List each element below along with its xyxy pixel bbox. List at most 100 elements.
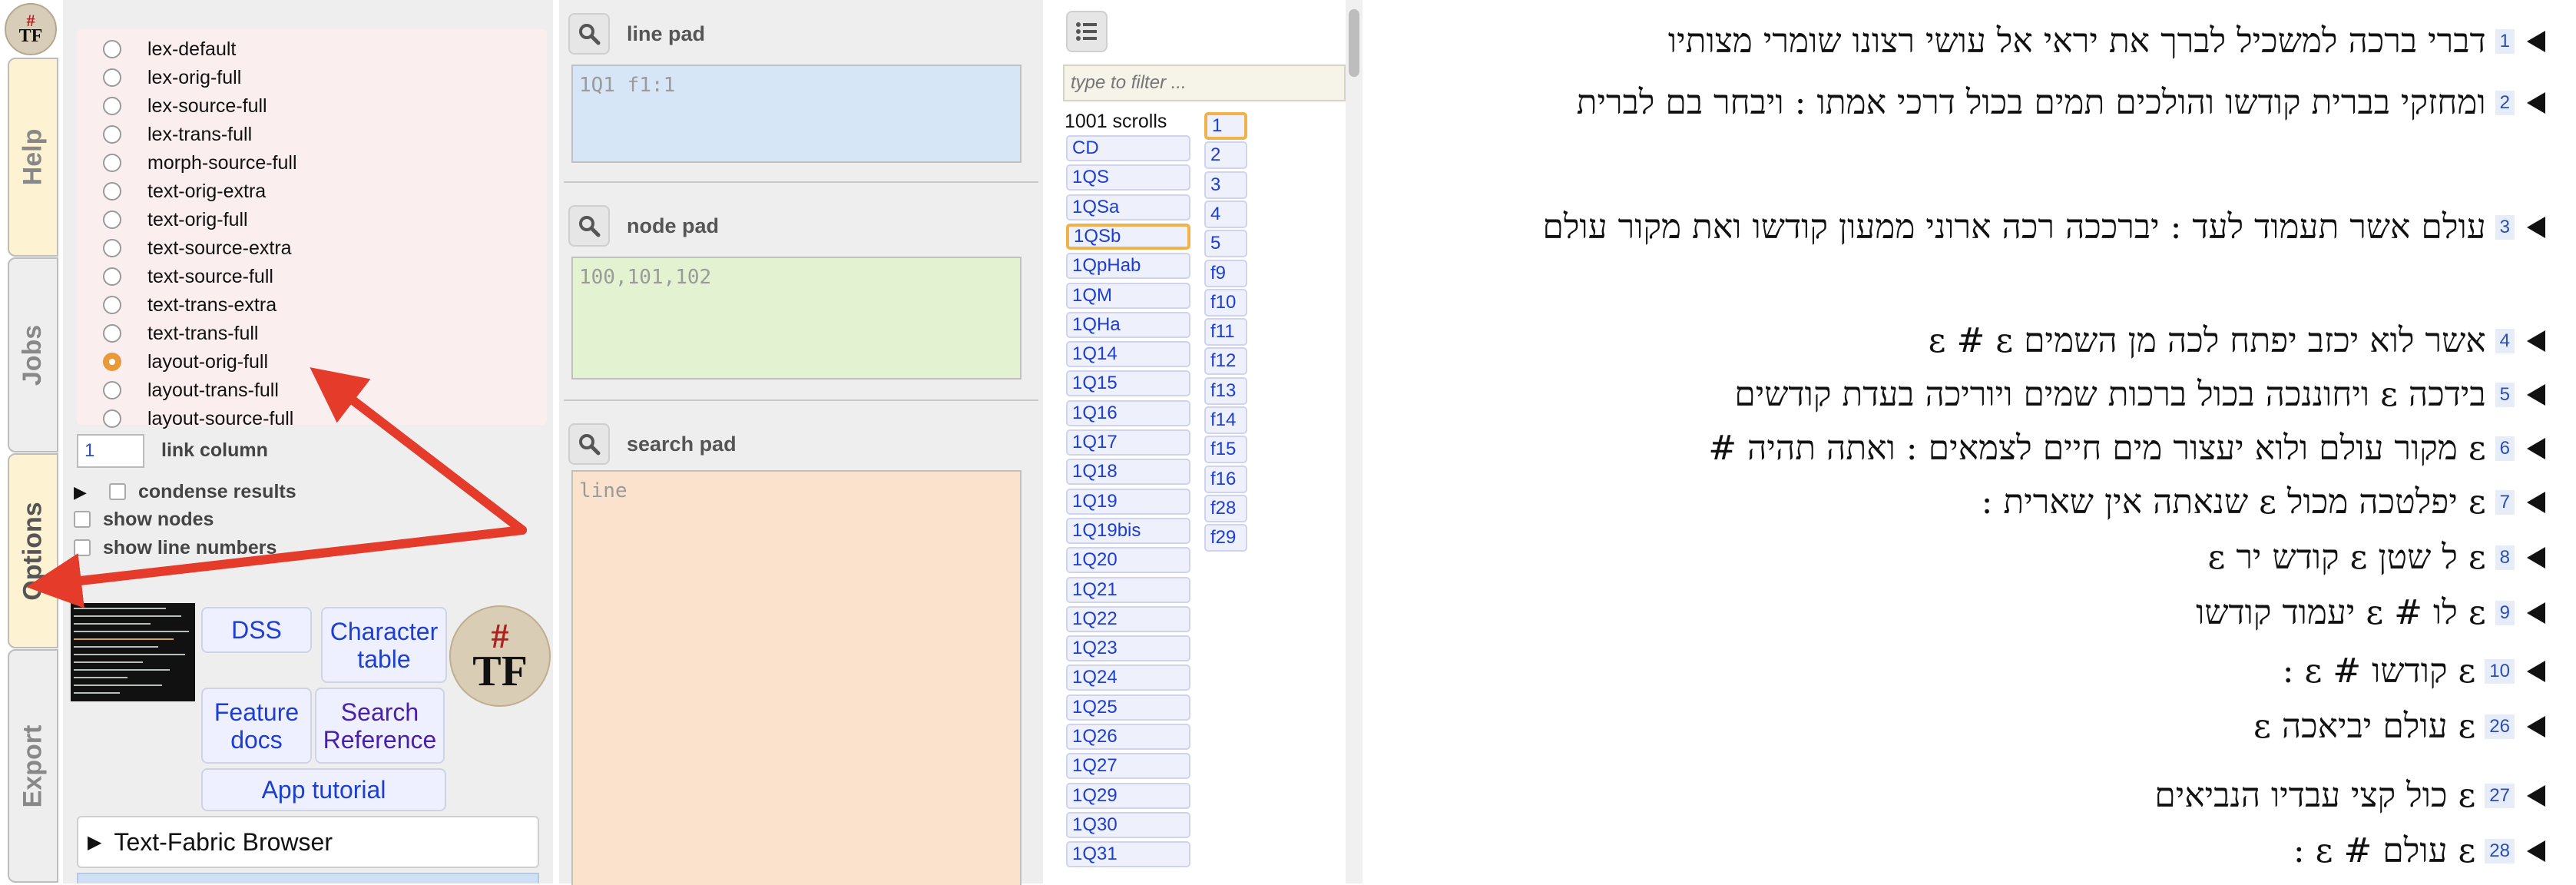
search-pad-textarea[interactable]: line — [571, 470, 1021, 885]
show-line-numbers-option[interactable]: show line numbers — [74, 534, 276, 562]
condense-checkbox[interactable] — [109, 483, 126, 500]
radio-button[interactable] — [103, 296, 121, 314]
format-option[interactable]: lex-source-full — [103, 92, 267, 120]
feature-docs-button[interactable]: Feature docs — [201, 688, 312, 764]
node-pad-search-button[interactable] — [568, 205, 610, 247]
scroll-item[interactable]: 1Q19 — [1066, 488, 1190, 515]
play-triangle-icon[interactable] — [2527, 383, 2545, 406]
page-item[interactable]: 5 — [1204, 230, 1247, 258]
format-option[interactable]: text-orig-extra — [103, 177, 266, 205]
radio-button[interactable] — [103, 68, 121, 87]
scroll-item[interactable]: 1Q24 — [1066, 665, 1190, 691]
play-triangle-icon[interactable] — [2527, 715, 2545, 738]
line-number[interactable]: 3 — [2495, 214, 2515, 240]
scroll-filter-input[interactable] — [1063, 65, 1346, 101]
text-line[interactable]: ε עולם יביאכה ε 26 — [2253, 707, 2545, 746]
scroll-item[interactable]: 1QM — [1066, 282, 1190, 309]
page-item[interactable]: f11 — [1204, 318, 1247, 346]
line-number[interactable]: 2 — [2495, 90, 2515, 115]
line-pad-search-button[interactable] — [568, 13, 610, 55]
text-line[interactable]: ε עולם # ε : 28 — [2293, 831, 2545, 870]
format-option[interactable]: lex-trans-full — [103, 121, 252, 148]
radio-button[interactable] — [103, 182, 121, 201]
page-item[interactable]: 4 — [1204, 200, 1247, 228]
text-line[interactable]: ε יפלטכה מכול ε שנאתה אין שארית : 7 — [1982, 482, 2545, 522]
scroll-item[interactable]: 1Q25 — [1066, 694, 1190, 721]
format-option[interactable]: layout-trans-full — [103, 376, 279, 404]
scroll-item[interactable]: 1QHa — [1066, 311, 1190, 338]
line-number[interactable]: 5 — [2495, 382, 2515, 407]
tab-options[interactable]: Options — [8, 453, 58, 648]
scroll-item[interactable]: 1Q14 — [1066, 341, 1190, 368]
tf-logo-small[interactable]: # TF — [5, 3, 57, 55]
play-triangle-icon[interactable] — [2527, 437, 2545, 459]
scroll-item[interactable]: 1Q21 — [1066, 576, 1190, 603]
scroll-item[interactable]: 1Q19bis — [1066, 517, 1190, 544]
page-item[interactable]: f15 — [1204, 436, 1247, 464]
radio-button[interactable] — [103, 125, 121, 144]
page-item[interactable]: f14 — [1204, 406, 1247, 434]
text-line[interactable]: אשר לוא יכזב יפתח לכה מן השמים ε # ε 4 — [1929, 321, 2545, 360]
radio-button[interactable] — [103, 210, 121, 229]
radio-button[interactable] — [103, 409, 121, 428]
format-option-selected[interactable]: layout-orig-full — [103, 348, 268, 376]
page-item[interactable]: f28 — [1204, 494, 1247, 522]
play-triangle-icon[interactable] — [2527, 840, 2545, 862]
text-fabric-browser-summary[interactable]: ▶ Text-Fabric Browser — [77, 816, 539, 868]
text-line[interactable]: דברי ברכה למשכיל לברך את יראי אל עושי רצ… — [1668, 22, 2545, 61]
show-nodes-checkbox[interactable] — [74, 511, 91, 528]
scroll-item[interactable]: 1Q20 — [1066, 547, 1190, 574]
radio-button[interactable] — [103, 267, 121, 286]
text-line[interactable]: בידכה ε ויחוננכה בכול ברכות שמים ויוריכה… — [1734, 375, 2545, 414]
play-triangle-icon[interactable] — [2527, 30, 2545, 52]
line-number[interactable]: 26 — [2485, 714, 2515, 739]
text-line[interactable]: ε כול קצי עבדיו הנביאים 27 — [2154, 776, 2545, 815]
scroll-item[interactable]: CD — [1066, 135, 1190, 161]
page-item[interactable]: f10 — [1204, 288, 1247, 317]
dss-button[interactable]: DSS — [201, 607, 312, 653]
radio-button[interactable] — [103, 239, 121, 257]
line-number[interactable]: 1 — [2495, 28, 2515, 54]
format-option[interactable]: layout-source-full — [103, 405, 293, 433]
node-pad-textarea[interactable]: 100,101,102 — [571, 257, 1021, 380]
text-line[interactable]: ε ל שטן ε קודש יר ε 8 — [2208, 538, 2545, 577]
play-triangle-icon[interactable] — [2527, 660, 2545, 682]
format-option[interactable]: text-source-full — [103, 263, 273, 290]
page-item[interactable]: f16 — [1204, 465, 1247, 493]
radio-button[interactable] — [103, 97, 121, 115]
format-option[interactable]: lex-default — [103, 35, 236, 63]
play-triangle-icon[interactable] — [2527, 91, 2545, 114]
scroll-item[interactable]: 1Q18 — [1066, 459, 1190, 486]
search-pad-search-button[interactable] — [568, 423, 610, 465]
scroll-item[interactable]: 1Q29 — [1066, 782, 1190, 809]
page-item[interactable]: 3 — [1204, 171, 1247, 199]
scroll-item[interactable]: 1QSa — [1066, 194, 1190, 220]
expand-triangle-icon[interactable]: ▶ — [74, 482, 87, 502]
list-menu-button[interactable] — [1066, 11, 1108, 52]
page-item[interactable]: f29 — [1204, 524, 1247, 552]
text-line[interactable]: ε לו # ε יעמוד קודשו 9 — [2196, 593, 2545, 632]
app-screenshot-thumbnail[interactable] — [71, 603, 195, 701]
scroll-item[interactable]: 1Q16 — [1066, 399, 1190, 426]
show-line-numbers-checkbox[interactable] — [74, 539, 91, 556]
play-triangle-icon[interactable] — [2527, 546, 2545, 568]
tab-export[interactable]: Export — [8, 649, 58, 883]
scroll-item[interactable]: 1Q22 — [1066, 605, 1190, 632]
radio-button[interactable] — [103, 381, 121, 399]
search-reference-button[interactable]: Search Reference — [315, 688, 445, 764]
line-number[interactable]: 8 — [2495, 545, 2515, 570]
page-item[interactable]: 2 — [1204, 141, 1247, 170]
scroll-item[interactable]: 1QS — [1066, 164, 1190, 191]
line-number[interactable]: 27 — [2485, 783, 2515, 808]
list-scrollbar[interactable] — [1346, 0, 1362, 883]
play-triangle-icon[interactable] — [2527, 491, 2545, 513]
tab-help[interactable]: Help — [8, 58, 58, 257]
scroll-item[interactable]: 1QpHab — [1066, 253, 1190, 280]
tab-jobs[interactable]: Jobs — [8, 257, 58, 452]
scroll-item[interactable]: 1QSb — [1066, 223, 1190, 250]
character-table-button[interactable]: Character table — [321, 607, 447, 683]
scroll-item[interactable]: 1Q15 — [1066, 370, 1190, 397]
text-line[interactable]: ε מקור עולם ולוא יעצור מים חיים לצמאים :… — [1708, 429, 2545, 468]
app-tutorial-button[interactable]: App tutorial — [201, 768, 446, 811]
page-item[interactable]: f12 — [1204, 347, 1247, 376]
